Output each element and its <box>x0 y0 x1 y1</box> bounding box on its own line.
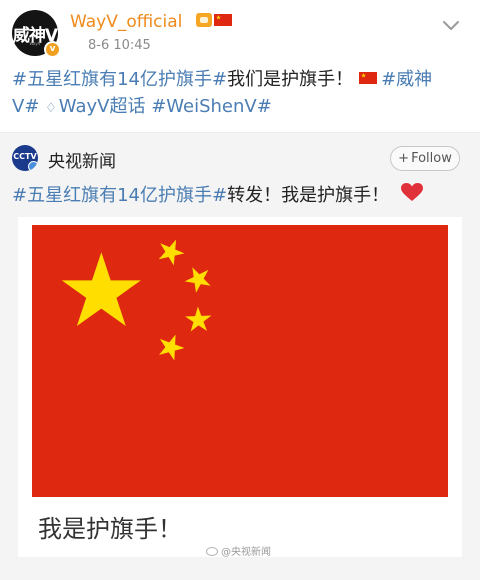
timestamp: 8-6 10:45 <box>88 38 151 53</box>
china-flag-icon <box>214 14 232 26</box>
repost-text: #五星红旗有14亿护旗手#转发！我是护旗手！ <box>12 181 423 207</box>
heart-icon <box>400 183 423 201</box>
hashtag-link[interactable]: #五星红旗有14亿护旗手# <box>12 69 227 90</box>
repost-avatar-logo: CCTV <box>13 152 37 161</box>
chevron-down-icon[interactable] <box>440 14 462 36</box>
watermark-text: @央视新闻 <box>221 547 271 558</box>
watermark: @央视新闻 <box>206 543 271 558</box>
repost-image[interactable]: 我是护旗手！ @央视新闻 <box>18 217 462 558</box>
hashtag-link[interactable]: #威神 <box>381 69 432 90</box>
post-text-body: 我们是护旗手！ <box>227 69 354 90</box>
plus-icon: + <box>398 151 410 166</box>
hashtag-link[interactable]: V# <box>12 96 39 117</box>
china-flag-icon <box>359 72 378 84</box>
hashtag-link[interactable]: #五星红旗有14亿护旗手# <box>12 185 227 206</box>
repost-author[interactable]: 央视新闻 <box>48 147 116 172</box>
post-text-line-1: #五星红旗有14亿护旗手#我们是护旗手！ #威神 <box>12 66 468 93</box>
hashtag-link[interactable]: #WeiShenV# <box>151 96 272 117</box>
avatar[interactable]: 威神V WayV v <box>12 10 61 58</box>
post-text: #五星红旗有14亿护旗手#我们是护旗手！ #威神 V# ♢ WayV超话 #WeiS… <box>12 66 468 122</box>
post-text-line-2: V# ♢ WayV超话 #WeiShenV# <box>12 93 468 122</box>
username[interactable]: WayV_official <box>70 12 182 32</box>
follow-button[interactable]: + Follow <box>390 146 460 171</box>
weibo-logo-icon <box>206 547 218 556</box>
china-flag-image <box>32 225 448 497</box>
repost-text-body: 转发！我是护旗手！ <box>227 185 390 206</box>
follow-label: Follow <box>411 151 452 166</box>
vip-icon <box>196 13 212 27</box>
supertopic-link[interactable]: WayV超话 <box>59 96 146 117</box>
diamond-icon: ♢ <box>45 101 57 116</box>
post-header: 威神V WayV v WayV_official 8-6 10:45 <box>0 0 480 64</box>
verified-badge-icon: v <box>44 41 61 58</box>
repost-card[interactable]: CCTV 央视新闻 + Follow #五星红旗有14亿护旗手#转发！我是护旗手！… <box>0 132 480 580</box>
image-caption: 我是护旗手！ <box>38 515 182 543</box>
repost-avatar[interactable]: CCTV <box>12 145 38 171</box>
